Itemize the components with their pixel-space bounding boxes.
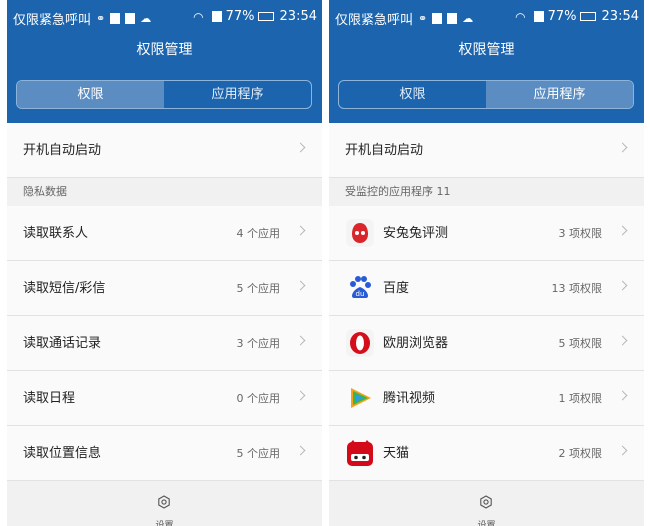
tab-permissions[interactable]: 权限 — [17, 81, 164, 108]
gear-icon — [480, 495, 492, 509]
autostart-item[interactable]: 开机自动启动 — [7, 123, 322, 178]
item-count: 5 个应用 — [236, 282, 281, 295]
autostart-item[interactable]: 开机自动启动 — [329, 123, 644, 178]
signal-icon — [533, 11, 544, 22]
section-header: 受监控的应用程序 11 — [329, 178, 644, 206]
antutu-icon — [346, 219, 374, 247]
permission-count: 2 项权限 — [558, 447, 603, 460]
settings-label: 设置 — [477, 521, 496, 526]
left-screen: 仅限紧急呼叫 ⚭ ☁ ◠ 77% 23:54 权限管理 权限 应用程序 开机自动… — [7, 0, 322, 526]
list-item[interactable]: 安兔兔评测 3 项权限 — [329, 206, 644, 261]
wifi-icon: ◠ — [515, 9, 526, 24]
permission-count: 3 项权限 — [558, 227, 603, 240]
baidu-icon: du — [350, 276, 371, 298]
sim-icon — [447, 13, 458, 24]
sim-icon — [125, 13, 136, 24]
chevron-right-icon — [295, 390, 306, 401]
carrier-text: 仅限紧急呼叫 — [335, 13, 414, 28]
app-name: 安兔兔评测 — [383, 226, 449, 241]
status-bar: 仅限紧急呼叫 ⚭ ☁ ◠ 77% 23:54 — [329, 0, 644, 32]
header: 仅限紧急呼叫 ⚭ ☁ ◠ 77% 23:54 权限管理 权限 应用程序 — [329, 0, 644, 123]
wifi-icon: ◠ — [193, 9, 204, 24]
list-item[interactable]: 读取联系人 4 个应用 — [7, 206, 322, 261]
settings-label: 设置 — [155, 521, 174, 526]
app-name: 百度 — [383, 281, 410, 296]
gear-icon — [158, 495, 170, 509]
chevron-right-icon — [617, 390, 628, 401]
item-label: 开机自动启动 — [23, 143, 102, 158]
page-title: 权限管理 — [136, 42, 193, 58]
cloud-icon: ☁ — [462, 12, 474, 25]
permission-list: 开机自动启动 隐私数据 读取联系人 4 个应用 读取短信/彩信 5 个应用 读取… — [7, 123, 322, 481]
carrier-text: 仅限紧急呼叫 — [13, 13, 92, 28]
settings-button[interactable]: 设置 — [7, 483, 322, 526]
item-label: 读取联系人 — [23, 226, 89, 241]
tmall-icon — [347, 440, 373, 466]
tab-permissions[interactable]: 权限 — [339, 81, 486, 108]
item-count: 4 个应用 — [236, 227, 281, 240]
item-label: 读取日程 — [23, 391, 76, 406]
chevron-right-icon — [295, 225, 306, 236]
list-item[interactable]: du 百度 13 项权限 — [329, 261, 644, 316]
list-item[interactable]: 读取位置信息 5 个应用 — [7, 426, 322, 481]
permission-count: 13 项权限 — [551, 282, 603, 295]
chevron-right-icon — [295, 445, 306, 456]
app-name: 腾讯视频 — [383, 391, 436, 406]
list-item[interactable]: 天猫 2 项权限 — [329, 426, 644, 481]
list-item[interactable]: 腾讯视频 1 项权限 — [329, 371, 644, 426]
chevron-right-icon — [617, 142, 628, 153]
chevron-right-icon — [617, 280, 628, 291]
chevron-right-icon — [617, 335, 628, 346]
cloud-icon: ☁ — [140, 12, 152, 25]
item-label: 读取位置信息 — [23, 446, 102, 461]
settings-button[interactable]: 设置 — [329, 483, 644, 526]
notification-icon — [432, 13, 443, 24]
chevron-right-icon — [617, 225, 628, 236]
tab-bar: 权限 应用程序 — [338, 80, 634, 109]
signal-icon — [211, 11, 222, 22]
battery-icon — [257, 12, 274, 21]
right-screen: 仅限紧急呼叫 ⚭ ☁ ◠ 77% 23:54 权限管理 权限 应用程序 开机自动… — [329, 0, 644, 526]
item-count: 0 个应用 — [236, 392, 281, 405]
item-label: 开机自动启动 — [345, 143, 424, 158]
list-item[interactable]: 读取短信/彩信 5 个应用 — [7, 261, 322, 316]
tab-bar: 权限 应用程序 — [16, 80, 312, 109]
list-item[interactable]: 读取通话记录 3 个应用 — [7, 316, 322, 371]
permission-count: 1 项权限 — [558, 392, 603, 405]
tab-apps[interactable]: 应用程序 — [486, 81, 633, 108]
battery-percent: 77% — [547, 9, 577, 24]
battery-percent: 77% — [225, 9, 255, 24]
chevron-right-icon — [617, 445, 628, 456]
app-list: 开机自动启动 受监控的应用程序 11 安兔兔评测 3 项权限 du 百度 13 … — [329, 123, 644, 481]
tencent-video-icon — [351, 388, 371, 408]
section-header: 隐私数据 — [7, 178, 322, 206]
status-bar: 仅限紧急呼叫 ⚭ ☁ ◠ 77% 23:54 — [7, 0, 322, 32]
item-count: 3 个应用 — [236, 337, 281, 350]
chevron-right-icon — [295, 280, 306, 291]
tab-apps[interactable]: 应用程序 — [164, 81, 311, 108]
app-name: 天猫 — [383, 446, 410, 461]
page-title: 权限管理 — [458, 42, 515, 58]
item-count: 5 个应用 — [236, 447, 281, 460]
item-label: 读取通话记录 — [23, 336, 102, 351]
permission-count: 5 项权限 — [558, 337, 603, 350]
app-name: 欧朋浏览器 — [383, 336, 449, 351]
svg-text:du: du — [356, 290, 365, 298]
notification-icon — [110, 13, 121, 24]
opera-icon — [346, 329, 374, 357]
list-item[interactable]: 读取日程 0 个应用 — [7, 371, 322, 426]
list-item[interactable]: 欧朋浏览器 5 项权限 — [329, 316, 644, 371]
clock: 23:54 — [279, 9, 317, 24]
clock: 23:54 — [601, 9, 639, 24]
notification-icon: ⚭ — [96, 12, 106, 25]
chevron-right-icon — [295, 335, 306, 346]
notification-icon: ⚭ — [418, 12, 428, 25]
header: 仅限紧急呼叫 ⚭ ☁ ◠ 77% 23:54 权限管理 权限 应用程序 — [7, 0, 322, 123]
item-label: 读取短信/彩信 — [23, 281, 106, 296]
chevron-right-icon — [295, 142, 306, 153]
battery-icon — [579, 12, 596, 21]
